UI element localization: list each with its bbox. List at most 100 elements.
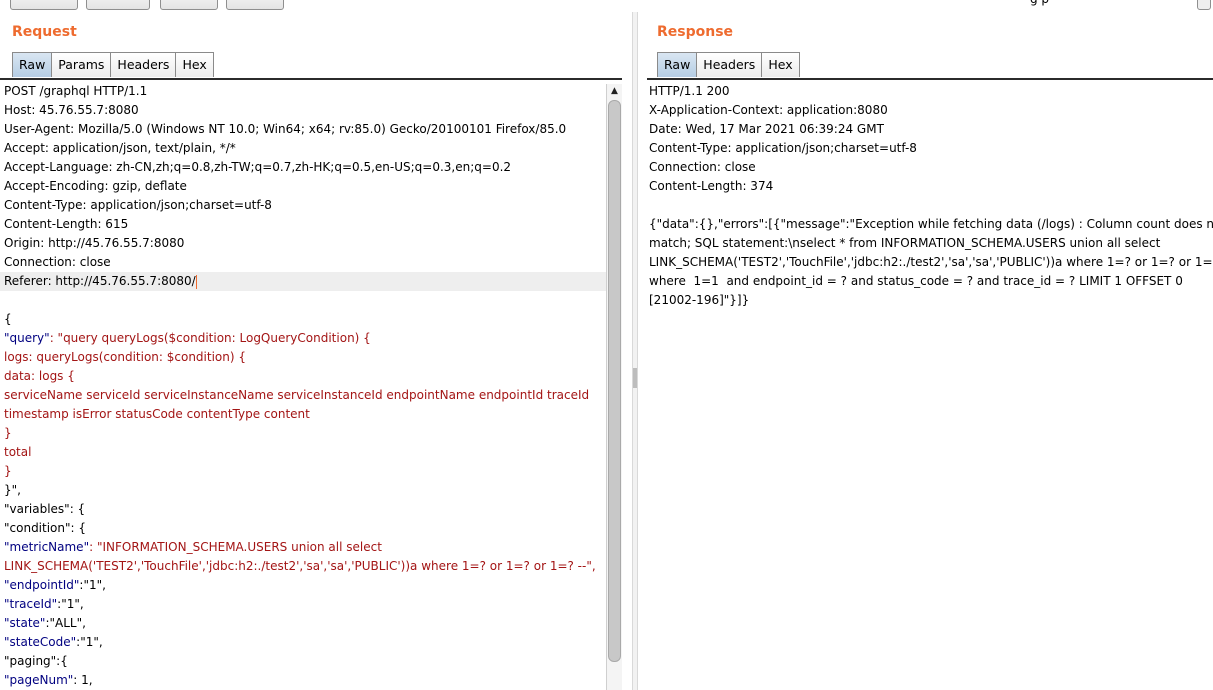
json-string: } — [4, 464, 12, 478]
request-editor[interactable]: POST /graphql HTTP/1.1 Host: 45.76.55.7:8… — [0, 82, 606, 690]
request-tab-hex[interactable]: Hex — [175, 52, 214, 77]
response-tab-raw[interactable]: Raw — [657, 52, 698, 77]
toolbar-button-1[interactable] — [10, 0, 78, 10]
response-line: Content-Type: application/json;charset=u… — [649, 141, 917, 155]
json-string: total — [4, 445, 32, 459]
request-line: User-Agent: Mozilla/5.0 (Windows NT 10.0… — [0, 120, 606, 139]
request-line: Host: 45.76.55.7:8080 — [0, 101, 606, 120]
request-line: } — [0, 462, 606, 481]
request-line: Referer: http://45.76.55.7:8080/ — [0, 272, 606, 291]
line-text: Accept-Language: zh-CN,zh;q=0.8,zh-TW;q=… — [4, 160, 512, 174]
request-line — [0, 291, 606, 310]
line-text: "variables": { — [4, 502, 86, 516]
json-string: } — [4, 426, 12, 440]
response-pane: Response Raw Headers Hex HTTP/1.1 200 X-A… — [647, 12, 1213, 690]
response-tab-headers[interactable]: Headers — [696, 52, 763, 77]
request-line: "stateCode":"1", — [0, 633, 606, 652]
toolbar-back-button[interactable] — [160, 0, 218, 10]
line-text: "condition": { — [4, 521, 87, 535]
text-cursor — [195, 274, 197, 289]
request-tab-headers[interactable]: Headers — [110, 52, 177, 77]
response-line: [21002-196]"}]} — [649, 293, 750, 307]
response-tab-hex[interactable]: Hex — [761, 52, 800, 77]
json-key: "metricName" — [4, 540, 90, 554]
json-key: "stateCode" — [4, 635, 77, 649]
request-title: Request — [12, 24, 77, 40]
line-text: }", — [4, 483, 21, 497]
line-text: : 1, — [73, 673, 93, 687]
line-text: "paging":{ — [4, 654, 68, 668]
line-text: :"1", — [79, 578, 106, 592]
request-line: serviceName serviceId serviceInstanceNam… — [0, 386, 606, 405]
request-line: timestamp isError statusCode contentType… — [0, 405, 606, 424]
response-line: HTTP/1.1 200 — [649, 84, 730, 98]
splitter-grip-icon[interactable] — [633, 368, 637, 388]
request-line: data: logs { — [0, 367, 606, 386]
request-line: Accept-Language: zh-CN,zh;q=0.8,zh-TW;q=… — [0, 158, 606, 177]
json-key: "traceId" — [4, 597, 58, 611]
request-line: total — [0, 443, 606, 462]
response-editor[interactable]: HTTP/1.1 200 X-Application-Context: appli… — [647, 82, 1213, 690]
json-string: : "INFORMATION_SCHEMA.USERS union all se… — [89, 540, 382, 554]
line-text: Content-Type: application/json;charset=u… — [4, 198, 272, 212]
pane-splitter[interactable] — [632, 12, 638, 690]
scrollbar-thumb[interactable] — [608, 100, 621, 662]
request-line: { — [0, 310, 606, 329]
request-line: Origin: http://45.76.55.7:8080 — [0, 234, 606, 253]
line-text: :"ALL", — [45, 616, 86, 630]
toolbar-corner-button[interactable] — [1197, 0, 1211, 10]
response-line: where 1=1 and endpoint_id = ? and status… — [649, 274, 1183, 288]
toolbar-partial-label: g p — [1030, 0, 1049, 6]
request-line: "paging":{ — [0, 652, 606, 671]
response-line: LINK_SCHEMA('TEST2','TouchFile','jdbc:h2… — [649, 255, 1213, 269]
request-line: Accept: application/json, text/plain, */… — [0, 139, 606, 158]
request-line: "variables": { — [0, 500, 606, 519]
line-text: :"1", — [76, 635, 103, 649]
request-line: Content-Type: application/json;charset=u… — [0, 196, 606, 215]
json-key: "pageNum" — [4, 673, 74, 687]
request-line: Accept-Encoding: gzip, deflate — [0, 177, 606, 196]
request-line: POST /graphql HTTP/1.1 — [0, 82, 606, 101]
response-line — [647, 196, 1213, 215]
request-line: "pageNum": 1, — [0, 671, 606, 690]
request-line: }", — [0, 481, 606, 500]
response-line: X-Application-Context: application:8080 — [649, 103, 888, 117]
json-string: data: logs { — [4, 369, 75, 383]
response-line: Connection: close — [649, 160, 756, 174]
scroll-up-arrow-icon[interactable]: ▲ — [607, 84, 622, 99]
line-text: { — [4, 312, 12, 326]
response-line: match; SQL statement:\nselect * from INF… — [649, 236, 1161, 250]
request-line: } — [0, 424, 606, 443]
request-tab-params[interactable]: Params — [51, 52, 112, 77]
json-key: "state" — [4, 616, 46, 630]
request-line: logs: queryLogs(condition: $condition) { — [0, 348, 606, 367]
response-tab-underline — [647, 78, 1213, 80]
request-tabs: Raw Params Headers Hex — [12, 52, 214, 78]
line-text: Referer: http://45.76.55.7:8080/ — [4, 274, 196, 288]
request-line: Connection: close — [0, 253, 606, 272]
json-string: timestamp isError statusCode contentType… — [4, 407, 310, 421]
line-text: User-Agent: Mozilla/5.0 (Windows NT 10.0… — [4, 122, 567, 136]
toolbar-forward-button[interactable] — [226, 0, 284, 10]
json-key: "endpointId" — [4, 578, 80, 592]
request-line: Content-Length: 615 — [0, 215, 606, 234]
request-pane: Request Raw Params Headers Hex POST /gra… — [0, 12, 622, 690]
request-tab-raw[interactable]: Raw — [12, 52, 53, 77]
request-scrollbar[interactable]: ▲ — [606, 84, 622, 690]
line-text: POST /graphql HTTP/1.1 — [4, 84, 148, 98]
line-text: Content-Length: 615 — [4, 217, 129, 231]
line-text: Origin: http://45.76.55.7:8080 — [4, 236, 185, 250]
request-line: LINK_SCHEMA('TEST2','TouchFile','jdbc:h2… — [0, 557, 606, 576]
request-line: "condition": { — [0, 519, 606, 538]
line-text: :"1", — [57, 597, 84, 611]
request-line: "query": "query queryLogs($condition: Lo… — [0, 329, 606, 348]
json-key: "query" — [4, 331, 50, 345]
top-toolbar: g p — [0, 0, 1213, 12]
request-line: "traceId":"1", — [0, 595, 606, 614]
json-string: : "query queryLogs($condition: LogQueryC… — [49, 331, 371, 345]
response-line: {"data":{},"errors":[{"message":"Excepti… — [649, 217, 1213, 231]
line-text: Host: 45.76.55.7:8080 — [4, 103, 139, 117]
line-text: Accept: application/json, text/plain, */… — [4, 141, 236, 155]
request-tab-underline — [0, 78, 622, 80]
toolbar-button-2[interactable] — [86, 0, 150, 10]
